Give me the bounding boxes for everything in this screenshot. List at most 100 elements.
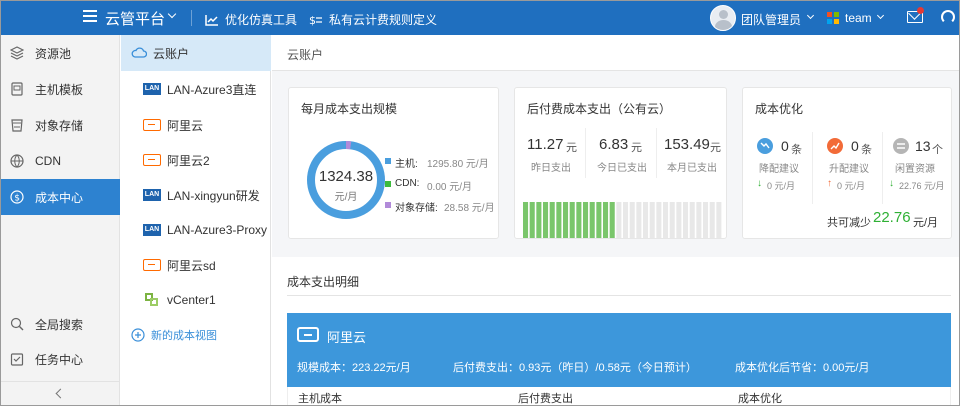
account-sidebar-header[interactable]: 云账户 [121, 35, 271, 71]
total-savings-prefix: 共可减少 [827, 217, 871, 229]
daily-spend-sparkline [523, 202, 722, 238]
azure-icon: LAN [143, 189, 161, 201]
host-icon [11, 82, 23, 96]
primary-sidebar: 资源池 主机模板 对象存储 CDN $ 成本中心 全局搜索 任务中心 [1, 35, 120, 405]
legend-swatch-host [385, 158, 391, 164]
account-label: 阿里云sd [167, 258, 216, 273]
spend-bar-filled [596, 202, 602, 238]
avatar[interactable] [710, 5, 736, 31]
account-item[interactable]: 阿里云sd [121, 247, 271, 283]
stat-label: 昨日支出 [531, 163, 571, 174]
account-label: vCenter1 [167, 293, 216, 307]
stat-label: 今日已支出 [597, 163, 647, 174]
account-label: LAN-Azure3-Proxy [167, 223, 268, 237]
downsize-suggestion[interactable]: 0 条 降配建议 ↓ 0 元/月 [743, 132, 813, 204]
headset-icon[interactable] [941, 10, 955, 24]
user-name[interactable]: 团队管理员 [741, 11, 801, 28]
platform-title[interactable]: 云管平台 [105, 8, 165, 29]
nav-label: 全局搜索 [35, 317, 84, 332]
nav-label: 主机模板 [35, 82, 84, 97]
stat-label: 本月已支出 [667, 163, 717, 174]
spend-bar-filled [563, 202, 569, 238]
aliyun-icon [143, 154, 161, 166]
nav-label: CDN [35, 154, 61, 168]
spend-bar-filled [556, 202, 562, 238]
idle-resources[interactable]: 13 个 闲置资源 ↓ 22.76 元/月 [883, 132, 953, 204]
upsize-suggestion[interactable]: 0 条 升配建议 ↑ 0 元/月 [813, 132, 883, 204]
nav-item-global-search[interactable]: 全局搜索 [1, 306, 120, 342]
total-savings-unit: 元/月 [913, 217, 939, 229]
spend-bar-empty [663, 202, 669, 238]
nav-item-cost-center[interactable]: $ 成本中心 [1, 179, 120, 215]
layers-icon [10, 46, 24, 60]
column-header: 主机成本 [298, 393, 342, 405]
top-bar: 云管平台 优化仿真工具 $ 私有云计费规则定义 团队管理员 team [1, 1, 959, 35]
divider [191, 10, 192, 26]
legend-storage-value: 28.58 元/月 [444, 203, 495, 214]
aliyun-icon [143, 259, 161, 271]
monthly-total: 1324.38 [318, 168, 374, 185]
spend-bar-filled [543, 202, 549, 238]
chevron-down-icon[interactable] [167, 9, 177, 19]
notification-dot [917, 7, 924, 14]
nav-label: 成本中心 [35, 190, 84, 205]
search-icon [10, 317, 24, 331]
account-item[interactable]: LAN LAN-Azure3直连 [121, 71, 271, 107]
add-cost-view-label: 新的成本视图 [151, 330, 217, 342]
globe-icon [10, 154, 24, 168]
monthly-total-unit: 元/月 [334, 192, 358, 203]
arrow-up-icon: ↑ [827, 178, 832, 189]
private-billing-label: 私有云计费规则定义 [329, 13, 438, 27]
spend-bar-filled [609, 202, 615, 238]
aliyun-icon [297, 327, 319, 342]
suggestion-unit: 条 [861, 144, 872, 156]
nav-item-object-storage[interactable]: 对象存储 [1, 107, 120, 143]
account-item[interactable]: 阿里云2 [121, 142, 271, 178]
billing-icon: $ [309, 14, 322, 26]
nav-item-cdn[interactable]: CDN [1, 143, 120, 179]
chevron-down-icon[interactable] [806, 11, 815, 20]
spend-bar-empty [669, 202, 675, 238]
nav-label: 任务中心 [35, 352, 84, 367]
account-item[interactable]: LAN LAN-Azure3-Proxy [121, 212, 271, 248]
stat-today: 6.83 元 今日已支出 [586, 128, 657, 178]
private-billing-link[interactable]: $ 私有云计费规则定义 [309, 11, 437, 28]
menu-icon[interactable] [83, 10, 97, 24]
account-item[interactable]: 阿里云 [121, 107, 271, 143]
team-name[interactable]: team [845, 11, 872, 25]
trend-up-icon [827, 138, 843, 154]
add-cost-view-button[interactable]: 新的成本视图 [121, 317, 271, 353]
optimize-tool-link[interactable]: 优化仿真工具 [205, 11, 297, 28]
chevron-down-icon[interactable] [876, 11, 885, 20]
spend-bar-filled [589, 202, 595, 238]
account-item[interactable]: LAN LAN-xingyun研发 [121, 177, 271, 213]
idle-count: 13 [915, 138, 931, 154]
stat-unit: 元 [710, 142, 721, 154]
main-content: 云账户 每月成本支出规模 1324.38 元/月 主机: 1295.80 元/月… [272, 35, 959, 405]
spend-bar-empty [676, 202, 682, 238]
svg-text:$: $ [14, 194, 20, 204]
spend-bar-filled [536, 202, 542, 238]
stat-unit: 元 [566, 142, 577, 154]
nav-item-resource-pool[interactable]: 资源池 [1, 35, 120, 71]
account-item[interactable]: vCenter1 [121, 282, 271, 318]
nav-item-task-center[interactable]: 任务中心 [1, 341, 120, 377]
plus-circle-icon [131, 328, 145, 342]
legend-cdn-value: 0.00 元/月 [427, 182, 473, 193]
svg-text:$: $ [309, 14, 316, 26]
stat-value: 11.27 [527, 136, 564, 153]
suggestion-amount: 0 元/月 [837, 181, 866, 191]
spend-bar-empty [683, 202, 689, 238]
legend-host-value: 1295.80 元/月 [427, 159, 489, 170]
account-sidebar-title: 云账户 [153, 46, 190, 61]
breadcrumb-current: 云账户 [287, 48, 324, 62]
provider-name: 阿里云 [327, 330, 367, 345]
account-label: 阿里云 [167, 118, 204, 133]
postpaid-cost-card: 后付费成本支出（公有云） 11.27 元 昨日支出 6.83 元 今日已支出 1… [514, 87, 727, 239]
monthly-cost-card: 每月成本支出规模 1324.38 元/月 主机: 1295.80 元/月 CDN… [288, 87, 499, 239]
section-title: 成本支出明细 [287, 275, 360, 289]
arrow-down-icon: ↓ [757, 178, 762, 189]
sidebar-collapse-button[interactable] [1, 381, 120, 405]
nav-item-host-template[interactable]: 主机模板 [1, 71, 120, 107]
spend-bar-empty [656, 202, 662, 238]
